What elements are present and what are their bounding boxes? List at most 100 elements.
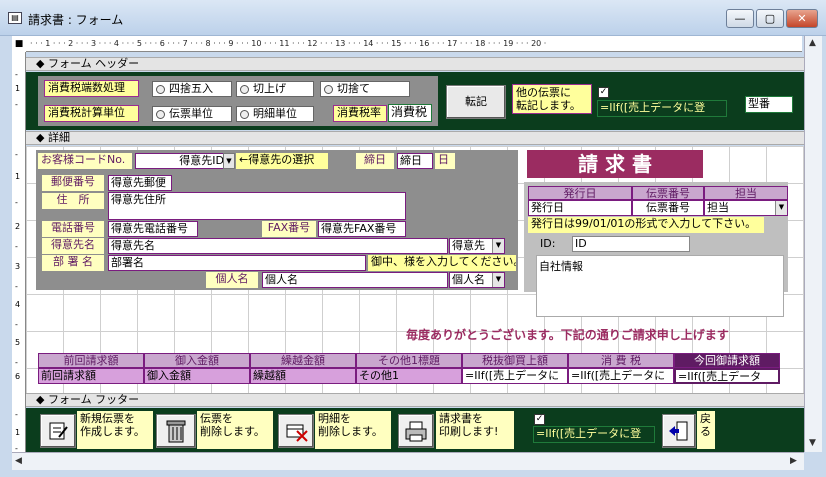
option-round-up[interactable]: 切上げ [236, 81, 314, 97]
customer-name-dd-text: 得意先 [452, 239, 485, 252]
scroll-left-arrow-icon[interactable]: ◀ [15, 456, 22, 466]
staff-field[interactable]: 担当 ▼ [704, 200, 788, 216]
summary-header-other: その他1標題 [356, 353, 462, 368]
edit-note-icon [49, 422, 68, 440]
radio-icon [240, 110, 249, 119]
option-label: 四捨五入 [169, 82, 213, 95]
customer-name-dropdown[interactable]: 得意先 ▼ [449, 238, 505, 254]
form-icon: ▤ [8, 12, 22, 24]
option-slip-unit[interactable]: 伝票単位 [152, 106, 232, 122]
option-round-down[interactable]: 切捨て [320, 81, 410, 97]
delete-detail-button[interactable] [278, 414, 314, 448]
summary-carry-field[interactable]: 繰越額 [250, 368, 356, 384]
trash-icon [166, 420, 186, 443]
footer-formula-field[interactable]: =IIf([売上データに登 [533, 426, 655, 443]
vruler-tick: 3 [15, 262, 21, 271]
maximize-button[interactable]: ▢ [756, 9, 784, 28]
close-button[interactable]: ✕ [786, 9, 818, 28]
transfer-checkbox[interactable]: ✓ [598, 87, 609, 98]
radio-icon [156, 110, 165, 119]
delete-slip-button[interactable] [156, 414, 196, 448]
customer-id-text: 得意先ID [179, 154, 224, 167]
tax-rate-label: 消費税率 [333, 105, 387, 122]
vruler-tick: - [15, 100, 18, 109]
summary-other-field[interactable]: その他1 [356, 368, 462, 384]
delete-row-icon [286, 424, 308, 442]
vruler-tick: 5 [15, 338, 21, 347]
phone-label: 電話番号 [42, 221, 104, 237]
exit-note: 戻 る [697, 411, 715, 449]
person-field[interactable]: 個人名 [262, 272, 448, 288]
tax-rate-field[interactable]: 消費税 [388, 104, 432, 122]
vruler-tick: 2 [15, 222, 21, 231]
horizontal-scrollbar[interactable]: ◀ ▶ [12, 452, 804, 470]
company-info-field[interactable]: 自社情報 [536, 255, 784, 317]
customer-name-field[interactable]: 得意先名 [108, 238, 448, 254]
scroll-up-arrow-icon[interactable]: ▲ [809, 38, 816, 48]
customer-id-field[interactable]: 得意先ID [135, 153, 229, 169]
option-label: 切上げ [253, 82, 286, 95]
exit-button[interactable] [662, 414, 696, 448]
window-title: 請求書 : フォーム [28, 13, 124, 27]
delete-slip-note: 伝票を 削除します。 [197, 411, 273, 449]
minimize-button[interactable]: — [726, 9, 754, 28]
footer-checkbox[interactable]: ✓ [534, 414, 545, 425]
section-footer-label: フォーム フッター [47, 393, 140, 406]
delete-detail-note: 明細を 削除します。 [315, 411, 391, 449]
window-title-bar[interactable]: ▤ 請求書 : フォーム — ▢ ✕ [0, 0, 826, 36]
slip-number-field[interactable]: 伝票番号 [632, 200, 704, 216]
issue-date-field[interactable]: 発行日 [528, 200, 632, 216]
closing-suffix: 日 [435, 153, 455, 169]
summary-total-field[interactable]: =IIf([売上データ [674, 368, 780, 384]
chevron-down-icon: ▼ [775, 201, 787, 215]
option-label: 伝票単位 [169, 107, 213, 120]
horizontal-ruler: · · · 1 · · · 2 · · · 3 · · · 4 · · · 5 … [12, 36, 802, 52]
option-round-half[interactable]: 四捨五入 [152, 81, 232, 97]
summary-prev-field[interactable]: 前回請求額 [38, 368, 144, 384]
thanks-message: 毎度ありがとうございます。下記の通りご請求申し上げます [406, 328, 729, 342]
calc-unit-label: 消費税計算単位 [44, 105, 139, 122]
issue-date-header: 発行日 [528, 186, 632, 200]
closing-field[interactable]: 締日 [397, 153, 433, 169]
scroll-down-arrow-icon[interactable]: ▼ [809, 438, 816, 448]
invoice-title: 請 求 書 [527, 150, 703, 178]
vruler-tick: - [15, 242, 18, 251]
print-button[interactable] [398, 414, 434, 448]
printer-icon [405, 421, 427, 442]
transfer-button[interactable]: 転記 [446, 85, 506, 119]
vertical-ruler: -1--1-2-3-4-5-6-1- [12, 52, 26, 453]
option-detail-unit[interactable]: 明細単位 [236, 106, 314, 122]
scroll-right-arrow-icon[interactable]: ▶ [790, 456, 797, 466]
vertical-scrollbar[interactable]: ▲ ▼ [804, 36, 822, 452]
vruler-tick: - [15, 282, 18, 291]
department-hint: 御中、様を入力してください。 [368, 255, 516, 271]
person-dropdown[interactable]: 個人名 ▼ [449, 272, 505, 288]
transfer-formula-field[interactable]: =IIf([売上データに登 [597, 100, 727, 117]
phone-field[interactable]: 得意先電話番号 [108, 221, 198, 237]
staff-text: 担当 [707, 201, 729, 214]
summary-subtotal-field[interactable]: =IIf([売上データに [462, 368, 568, 384]
postal-label: 郵便番号 [42, 175, 104, 191]
exit-door-icon [669, 421, 688, 441]
vruler-tick: 4 [15, 300, 21, 309]
fax-field[interactable]: 得意先FAX番号 [318, 221, 406, 237]
customer-code-label: お客様コードNo. [38, 153, 132, 169]
address-field[interactable]: 得意先住所 [108, 192, 406, 220]
form-selector[interactable]: ■ [12, 36, 26, 52]
chevron-down-icon[interactable]: ▼ [223, 153, 235, 169]
vruler-tick: 6 [15, 372, 21, 381]
transfer-note: 他の伝票に 転記します。 [512, 84, 592, 114]
section-header-band[interactable]: ◆ フォーム ヘッダー [26, 57, 804, 71]
summary-paid-field[interactable]: 御入金額 [144, 368, 250, 384]
new-slip-note: 新規伝票を 作成します。 [77, 411, 153, 449]
summary-tax-field[interactable]: =IIf([売上データに [568, 368, 674, 384]
model-number-field[interactable]: 型番 [745, 96, 793, 113]
department-field[interactable]: 部署名 [108, 255, 366, 271]
vruler-tick: - [15, 410, 18, 419]
section-detail-band[interactable]: ◆ 詳細 [26, 131, 804, 145]
new-slip-button[interactable] [40, 414, 76, 448]
chevron-down-icon: ▼ [492, 239, 504, 253]
postal-field[interactable]: 得意先郵便 [108, 175, 172, 191]
id-field[interactable]: ID [572, 236, 690, 252]
section-footer-band[interactable]: ◆ フォーム フッター [26, 393, 804, 407]
